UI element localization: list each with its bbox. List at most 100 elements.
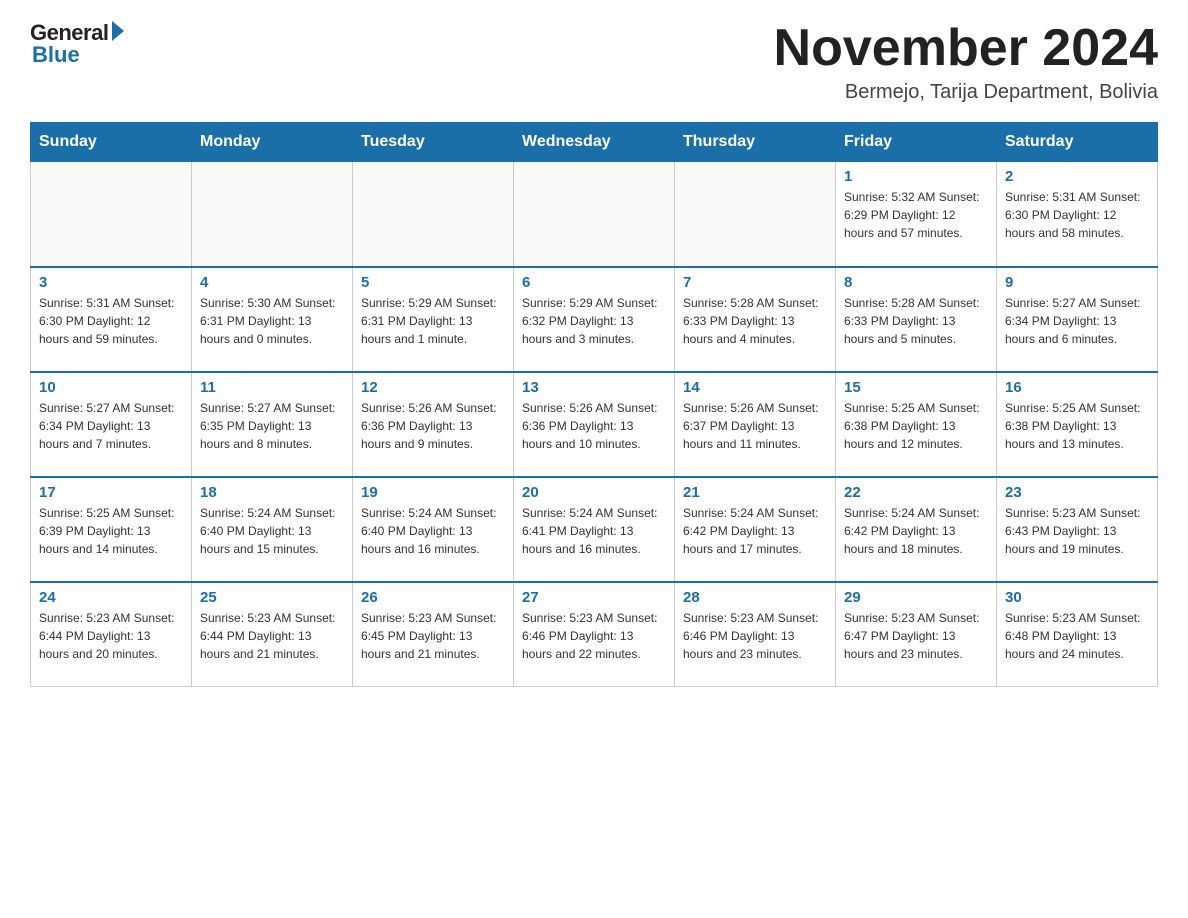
- calendar-day-cell: 8 Sunrise: 5:28 AM Sunset: 6:33 PM Daylig…: [836, 267, 997, 372]
- calendar-week-row: 17Sunrise: 5:25 AM Sunset: 6:39 PM Dayli…: [31, 477, 1158, 582]
- day-info: Sunrise: 5:29 AM Sunset: 6:32 PM Dayligh…: [522, 294, 666, 348]
- day-info: Sunrise: 5:23 AM Sunset: 6:48 PM Dayligh…: [1005, 609, 1149, 663]
- calendar-day-cell: 20 Sunrise: 5:24 AM Sunset: 6:41 PM Dayli…: [514, 477, 675, 582]
- calendar-header-row: SundayMondayTuesdayWednesdayThursdayFrid…: [31, 123, 1158, 162]
- day-info: Sunrise: 5:26 AM Sunset: 6:36 PM Dayligh…: [522, 399, 666, 453]
- day-info: Sunrise: 5:24 AM Sunset: 6:40 PM Dayligh…: [361, 504, 505, 558]
- calendar-day-cell: 10 Sunrise: 5:27 AM Sunset: 6:34 PM Dayli…: [31, 372, 192, 477]
- day-info: Sunrise: 5:30 AM Sunset: 6:31 PM Dayligh…: [200, 294, 344, 348]
- calendar-day-cell: 15 Sunrise: 5:25 AM Sunset: 6:38 PM Dayli…: [836, 372, 997, 477]
- day-number: 21: [683, 484, 827, 501]
- calendar-day-cell: [514, 162, 675, 267]
- day-info: Sunrise: 5:23 AM Sunset: 6:47 PM Dayligh…: [844, 609, 988, 663]
- day-info: Sunrise: 5:28 AM Sunset: 6:33 PM Dayligh…: [844, 294, 988, 348]
- day-number: 14: [683, 379, 827, 396]
- day-number: 16: [1005, 379, 1149, 396]
- calendar-day-header: Thursday: [675, 123, 836, 162]
- day-number: 11: [200, 379, 344, 396]
- calendar-day-cell: 26Sunrise: 5:23 AM Sunset: 6:45 PM Dayli…: [353, 582, 514, 687]
- calendar-day-cell: 4Sunrise: 5:30 AM Sunset: 6:31 PM Daylig…: [192, 267, 353, 372]
- page-header: General Blue November 2024 Bermejo, Tari…: [30, 20, 1158, 104]
- day-info: Sunrise: 5:23 AM Sunset: 6:44 PM Dayligh…: [39, 609, 183, 663]
- day-info: Sunrise: 5:24 AM Sunset: 6:40 PM Dayligh…: [200, 504, 344, 558]
- calendar-day-header: Tuesday: [353, 123, 514, 162]
- day-number: 17: [39, 484, 183, 501]
- calendar-table: SundayMondayTuesdayWednesdayThursdayFrid…: [30, 122, 1158, 687]
- day-number: 1: [844, 168, 988, 185]
- day-number: 15: [844, 379, 988, 396]
- calendar-day-cell: 11 Sunrise: 5:27 AM Sunset: 6:35 PM Dayli…: [192, 372, 353, 477]
- day-number: 19: [361, 484, 505, 501]
- day-number: 18: [200, 484, 344, 501]
- calendar-day-cell: 21 Sunrise: 5:24 AM Sunset: 6:42 PM Dayli…: [675, 477, 836, 582]
- day-number: 9: [1005, 274, 1149, 291]
- title-block: November 2024 Bermejo, Tarija Department…: [774, 20, 1158, 104]
- day-number: 8: [844, 274, 988, 291]
- calendar-day-cell: [353, 162, 514, 267]
- day-number: 23: [1005, 484, 1149, 501]
- day-info: Sunrise: 5:26 AM Sunset: 6:37 PM Dayligh…: [683, 399, 827, 453]
- calendar-day-header: Wednesday: [514, 123, 675, 162]
- day-info: Sunrise: 5:28 AM Sunset: 6:33 PM Dayligh…: [683, 294, 827, 348]
- day-number: 3: [39, 274, 183, 291]
- logo-blue-text: Blue: [32, 42, 80, 68]
- day-info: Sunrise: 5:31 AM Sunset: 6:30 PM Dayligh…: [1005, 188, 1149, 242]
- day-number: 28: [683, 589, 827, 606]
- day-number: 2: [1005, 168, 1149, 185]
- calendar-day-header: Sunday: [31, 123, 192, 162]
- logo-arrow-icon: [112, 21, 124, 41]
- day-info: Sunrise: 5:29 AM Sunset: 6:31 PM Dayligh…: [361, 294, 505, 348]
- logo: General Blue: [30, 20, 124, 68]
- day-number: 20: [522, 484, 666, 501]
- day-info: Sunrise: 5:27 AM Sunset: 6:35 PM Dayligh…: [200, 399, 344, 453]
- day-info: Sunrise: 5:23 AM Sunset: 6:46 PM Dayligh…: [683, 609, 827, 663]
- calendar-day-cell: 23Sunrise: 5:23 AM Sunset: 6:43 PM Dayli…: [997, 477, 1158, 582]
- calendar-day-cell: 19 Sunrise: 5:24 AM Sunset: 6:40 PM Dayli…: [353, 477, 514, 582]
- day-number: 30: [1005, 589, 1149, 606]
- calendar-week-row: 3 Sunrise: 5:31 AM Sunset: 6:30 PM Daylig…: [31, 267, 1158, 372]
- calendar-day-cell: [192, 162, 353, 267]
- calendar-day-cell: 17Sunrise: 5:25 AM Sunset: 6:39 PM Dayli…: [31, 477, 192, 582]
- calendar-day-cell: 28 Sunrise: 5:23 AM Sunset: 6:46 PM Dayli…: [675, 582, 836, 687]
- calendar-week-row: 10 Sunrise: 5:27 AM Sunset: 6:34 PM Dayli…: [31, 372, 1158, 477]
- day-info: Sunrise: 5:27 AM Sunset: 6:34 PM Dayligh…: [1005, 294, 1149, 348]
- calendar-day-cell: 12 Sunrise: 5:26 AM Sunset: 6:36 PM Dayli…: [353, 372, 514, 477]
- day-number: 13: [522, 379, 666, 396]
- day-number: 25: [200, 589, 344, 606]
- day-number: 29: [844, 589, 988, 606]
- calendar-day-cell: [675, 162, 836, 267]
- calendar-day-header: Friday: [836, 123, 997, 162]
- calendar-day-header: Monday: [192, 123, 353, 162]
- calendar-week-row: 24Sunrise: 5:23 AM Sunset: 6:44 PM Dayli…: [31, 582, 1158, 687]
- day-number: 26: [361, 589, 505, 606]
- day-info: Sunrise: 5:27 AM Sunset: 6:34 PM Dayligh…: [39, 399, 183, 453]
- day-number: 7: [683, 274, 827, 291]
- day-info: Sunrise: 5:24 AM Sunset: 6:41 PM Dayligh…: [522, 504, 666, 558]
- calendar-day-cell: 27Sunrise: 5:23 AM Sunset: 6:46 PM Dayli…: [514, 582, 675, 687]
- day-number: 27: [522, 589, 666, 606]
- day-number: 12: [361, 379, 505, 396]
- calendar-day-cell: 22Sunrise: 5:24 AM Sunset: 6:42 PM Dayli…: [836, 477, 997, 582]
- calendar-day-cell: 1Sunrise: 5:32 AM Sunset: 6:29 PM Daylig…: [836, 162, 997, 267]
- day-number: 22: [844, 484, 988, 501]
- day-info: Sunrise: 5:25 AM Sunset: 6:38 PM Dayligh…: [844, 399, 988, 453]
- calendar-day-cell: 18 Sunrise: 5:24 AM Sunset: 6:40 PM Dayli…: [192, 477, 353, 582]
- calendar-day-cell: 2 Sunrise: 5:31 AM Sunset: 6:30 PM Daylig…: [997, 162, 1158, 267]
- day-number: 10: [39, 379, 183, 396]
- calendar-day-cell: 24Sunrise: 5:23 AM Sunset: 6:44 PM Dayli…: [31, 582, 192, 687]
- calendar-day-cell: 29 Sunrise: 5:23 AM Sunset: 6:47 PM Dayli…: [836, 582, 997, 687]
- calendar-body: 1Sunrise: 5:32 AM Sunset: 6:29 PM Daylig…: [31, 162, 1158, 687]
- location-title: Bermejo, Tarija Department, Bolivia: [774, 81, 1158, 104]
- day-info: Sunrise: 5:26 AM Sunset: 6:36 PM Dayligh…: [361, 399, 505, 453]
- calendar-day-cell: 25Sunrise: 5:23 AM Sunset: 6:44 PM Dayli…: [192, 582, 353, 687]
- day-info: Sunrise: 5:24 AM Sunset: 6:42 PM Dayligh…: [683, 504, 827, 558]
- calendar-day-cell: 13 Sunrise: 5:26 AM Sunset: 6:36 PM Dayli…: [514, 372, 675, 477]
- day-info: Sunrise: 5:25 AM Sunset: 6:38 PM Dayligh…: [1005, 399, 1149, 453]
- calendar-day-header: Saturday: [997, 123, 1158, 162]
- calendar-day-cell: [31, 162, 192, 267]
- calendar-day-cell: 3 Sunrise: 5:31 AM Sunset: 6:30 PM Daylig…: [31, 267, 192, 372]
- calendar-day-cell: 16 Sunrise: 5:25 AM Sunset: 6:38 PM Dayli…: [997, 372, 1158, 477]
- calendar-day-cell: 7 Sunrise: 5:28 AM Sunset: 6:33 PM Daylig…: [675, 267, 836, 372]
- month-title: November 2024: [774, 20, 1158, 77]
- day-info: Sunrise: 5:31 AM Sunset: 6:30 PM Dayligh…: [39, 294, 183, 348]
